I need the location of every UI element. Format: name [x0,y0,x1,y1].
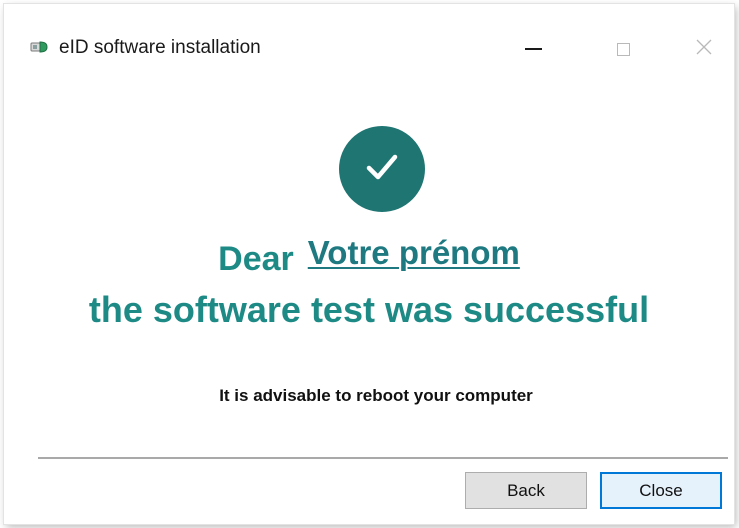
back-button[interactable]: Back [465,472,587,509]
maximize-button[interactable] [603,32,643,66]
minimize-icon [524,48,542,50]
close-icon [695,38,713,61]
minimize-button[interactable] [513,32,553,66]
reboot-advice: It is advisable to reboot your computer [219,386,533,405]
user-name-placeholder: Votre prénom [307,234,520,271]
footer-divider [38,457,728,459]
window-title: eID software installation [59,37,261,58]
success-message: the software test was successful [88,289,650,330]
success-badge [339,126,425,212]
close-button[interactable]: Close [600,472,722,509]
maximize-icon [616,42,630,56]
window-close-button[interactable] [684,32,724,66]
title-bar[interactable]: eID software installation [4,4,734,92]
eid-card-reader-icon [30,40,50,54]
greeting-line: Dear Votre prénom [4,234,734,279]
greeting-prefix: Dear [218,240,294,278]
installer-window: eID software installation Dear Votre prén… [4,4,734,524]
check-icon [365,153,399,186]
